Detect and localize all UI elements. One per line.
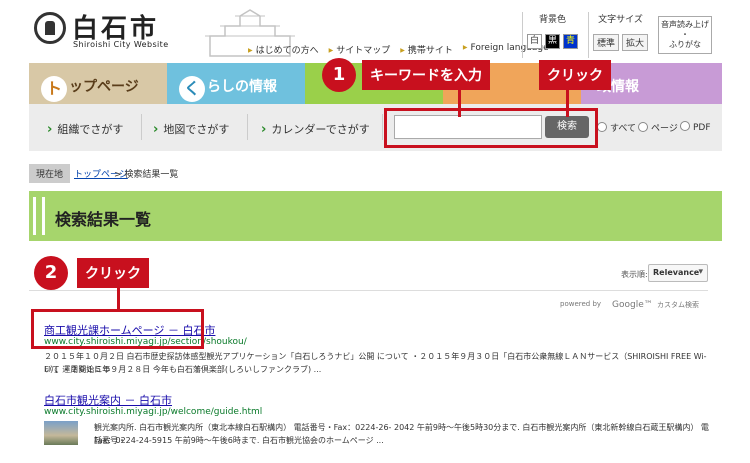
divider xyxy=(141,114,142,140)
search-by-map-link[interactable]: 地図でさがす xyxy=(153,121,229,137)
site-header: 白石市 Shiroishi City Website はじめての方へ サイトマッ… xyxy=(0,0,750,68)
step-2-number: 2 xyxy=(34,256,68,290)
link-mobile[interactable]: 携帯サイト xyxy=(400,43,453,56)
city-emblem-icon[interactable] xyxy=(34,12,66,44)
bg-white-button[interactable]: 白 xyxy=(527,34,542,49)
bg-color-label: 背景色 xyxy=(538,15,566,25)
custom-search-label: カスタム検索 xyxy=(657,301,699,309)
voice-label: 音声読み上げ xyxy=(661,20,709,29)
tab-top-page[interactable]: トップページ xyxy=(29,63,167,104)
bg-blue-button[interactable]: 青 xyxy=(563,34,578,49)
link-first-time[interactable]: はじめての方へ xyxy=(248,43,319,56)
step-1-number: 1 xyxy=(322,58,356,92)
radio-all[interactable]: すべて xyxy=(597,121,636,134)
search-by-calendar-link[interactable]: カレンダーでさがす xyxy=(261,121,369,137)
result-title-2[interactable]: 白石市観光案内 － 白石市 xyxy=(44,392,172,408)
sort-label: 表示順: xyxy=(621,270,648,279)
step-1-callout: キーワードを入力 xyxy=(362,60,490,90)
powered-by-label: powered by xyxy=(560,300,602,308)
living-letter-icon: く xyxy=(179,76,205,102)
link-sitemap[interactable]: サイトマップ xyxy=(329,43,390,56)
tab-life-label: らしの情報 xyxy=(207,79,277,95)
site-name-en: Shiroishi City Website xyxy=(73,40,169,49)
top-page-letter-icon: ト xyxy=(41,76,67,102)
tab-living-info[interactable]: くらしの情報 xyxy=(167,63,305,104)
voice-reading-button[interactable]: 音声読み上げ ・ ふりがな xyxy=(658,16,712,54)
search-by-organization-link[interactable]: 組織でさがす xyxy=(47,121,123,137)
breadcrumb-current: > 検索結果一覧 xyxy=(114,170,179,180)
result-thumbnail[interactable] xyxy=(44,421,78,445)
font-standard-button[interactable]: 標準 xyxy=(592,34,619,51)
step-2-callout: クリック xyxy=(77,258,149,288)
radio-page[interactable]: ページ xyxy=(638,121,678,134)
utility-links: はじめての方へ サイトマップ 携帯サイト Foreign language xyxy=(248,43,549,56)
font-size-label: 文字サイズ xyxy=(598,15,643,25)
result-url-2: www.city.shiroishi.miyagi.jp/welcome/gui… xyxy=(44,407,263,417)
tab-top-label: ップページ xyxy=(69,79,139,95)
voice-separator: ・ xyxy=(681,30,689,39)
step-1-click-callout: クリック xyxy=(539,60,611,90)
search-highlight-box xyxy=(384,108,598,148)
radio-pdf[interactable]: PDF xyxy=(680,121,711,133)
results-divider xyxy=(29,290,708,291)
divider xyxy=(247,114,248,140)
furigana-label: ふりがな xyxy=(669,40,701,49)
title-stripe-decoration xyxy=(33,197,45,235)
result-snippet-2b: Fax：0224-24-5915 午前9時〜午後6時まで. 白石市観光協会のホー… xyxy=(94,436,384,445)
google-logo: Google™ xyxy=(612,300,653,310)
font-large-button[interactable]: 拡大 xyxy=(622,34,649,51)
sort-order-select[interactable]: Relevance xyxy=(648,264,708,282)
page-title: 検索結果一覧 xyxy=(55,210,152,229)
breadcrumb-label: 現在地 xyxy=(29,164,71,183)
result-snippet-1b: いて ・２０１５年９月２８日 今年も白石藩倶楽部(しろいしファンクラブ) ... xyxy=(44,365,322,374)
bg-black-button[interactable]: 黒 xyxy=(545,34,560,49)
bg-color-switcher: 背景色 白 黒 青 xyxy=(522,12,582,58)
font-size-switcher: 文字サイズ 標準 拡大 xyxy=(588,12,652,58)
result-highlight-box xyxy=(31,309,204,349)
divider xyxy=(382,114,383,140)
